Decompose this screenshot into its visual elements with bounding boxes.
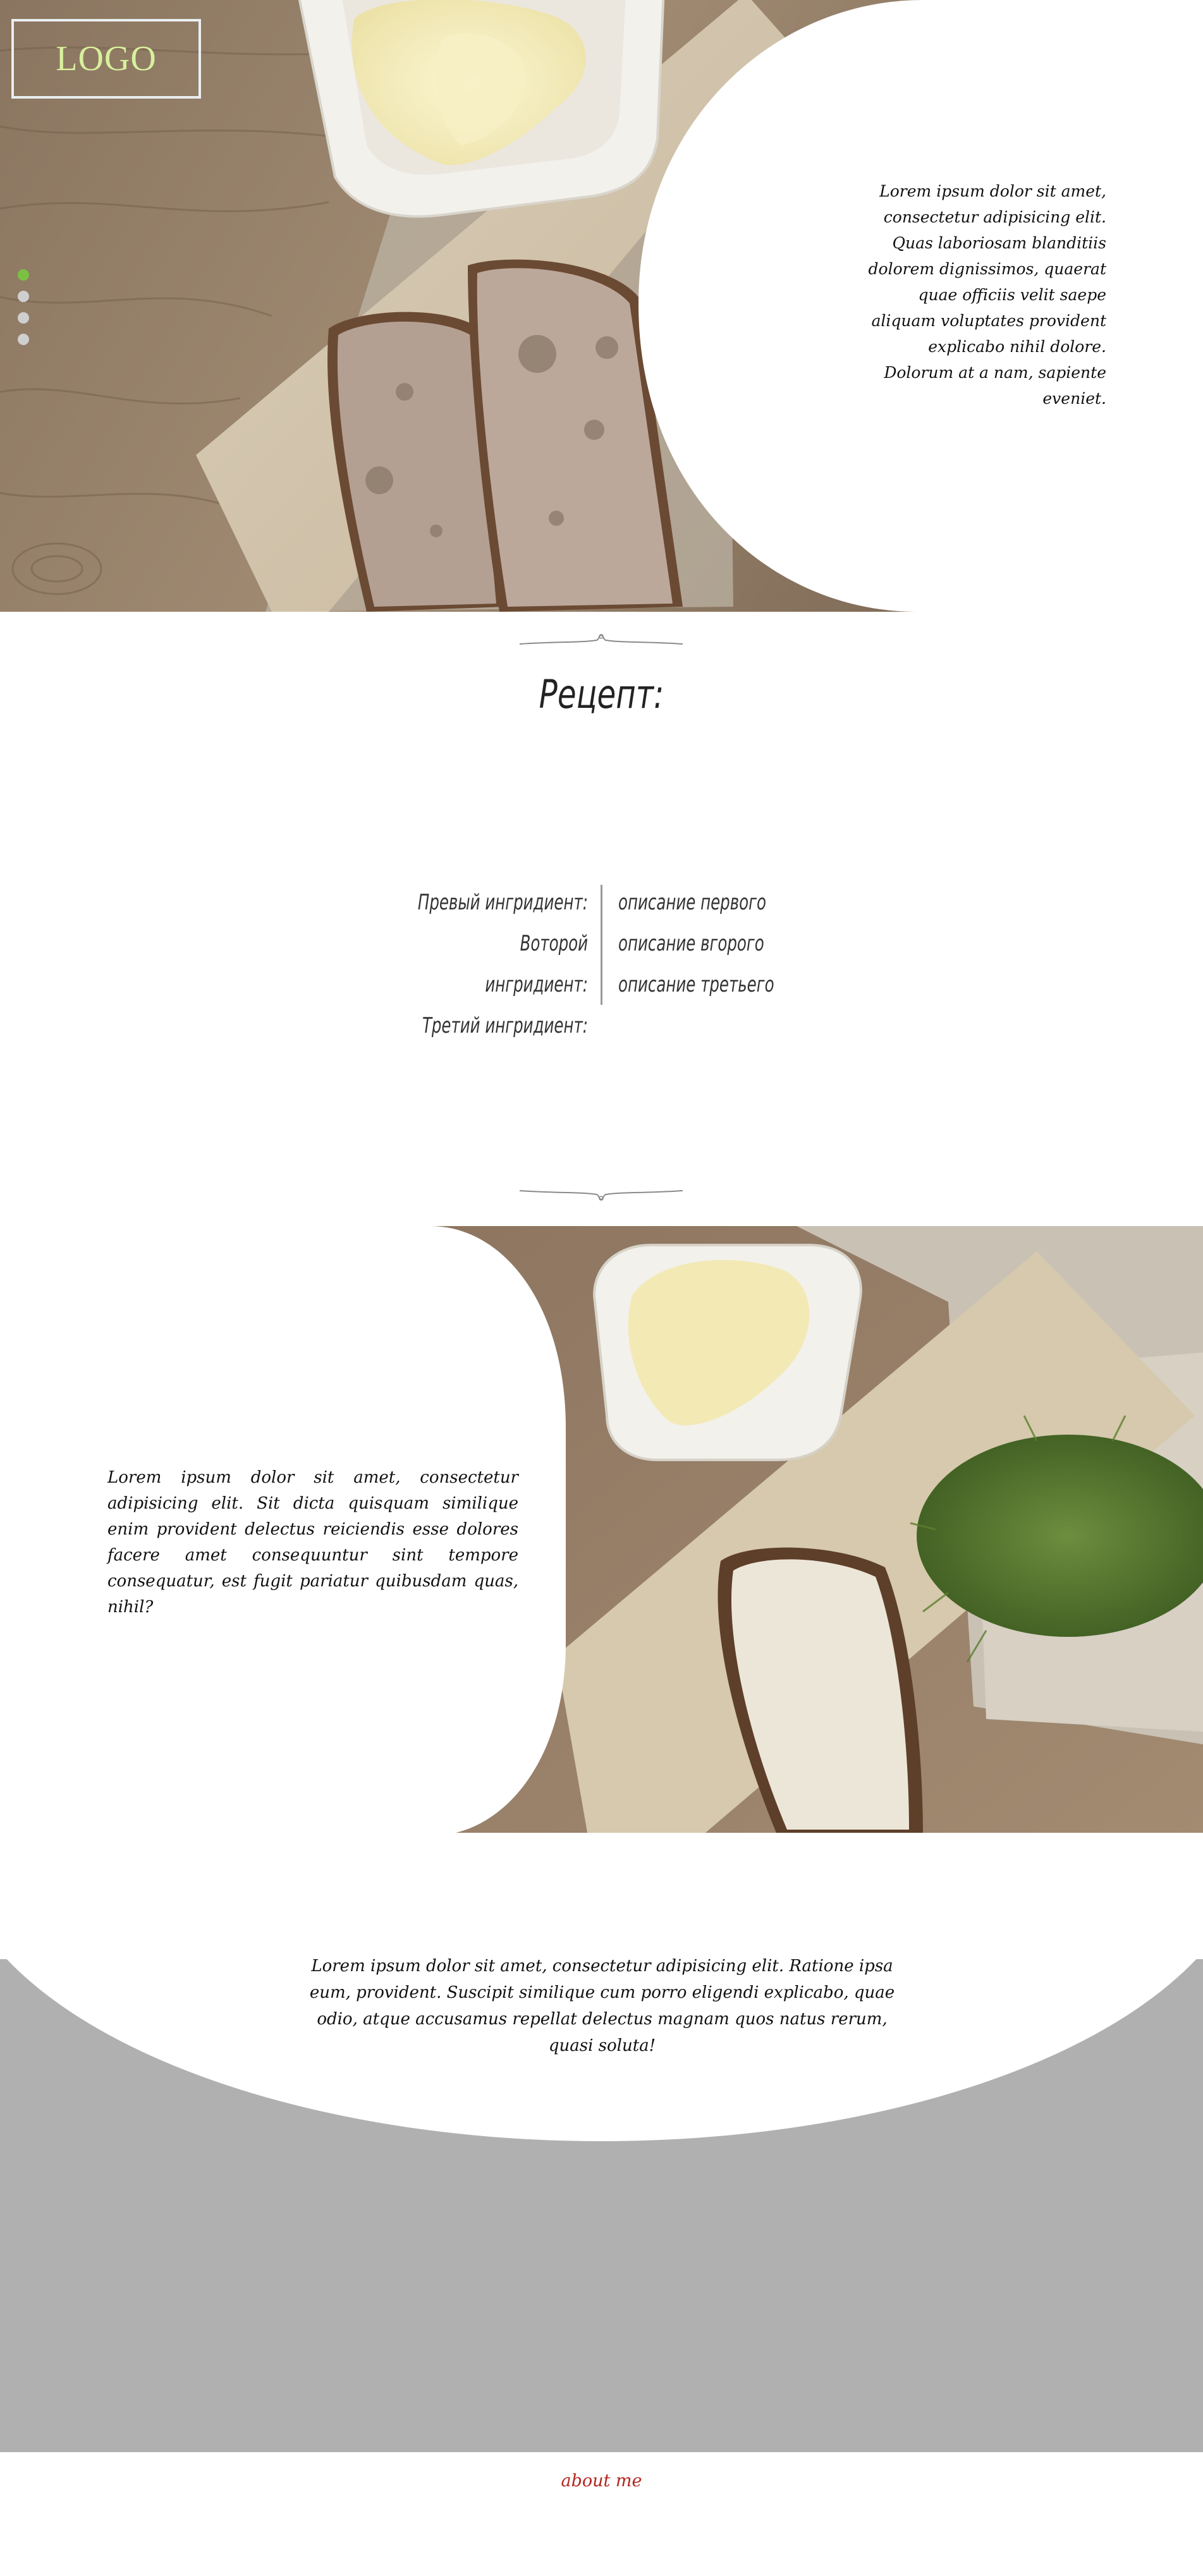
bottom-text: Lorem ipsum dolor sit amet, consectetur … (309, 1957, 895, 2055)
logo[interactable]: LOGO (11, 19, 201, 99)
descriptions-column: описание первого описание вгорого описан… (618, 882, 834, 1005)
ingredient-description: описание третьего (618, 972, 774, 997)
slider-dot-2[interactable] (18, 291, 29, 302)
ingredient-description: описание вгорого (618, 931, 764, 956)
ingredient-name: Превый ингридиент: (417, 890, 588, 915)
table-divider-line (601, 885, 602, 1005)
recipe-title: Рецепт: (539, 671, 664, 717)
about-me-link[interactable]: about me (0, 2471, 1203, 2491)
hero-section: LOGO Lorem ipsum dolor sit amet, consect… (0, 0, 1203, 612)
ingredient-name: Третий ингридиент: (422, 1013, 588, 1038)
feature-text: Lorem ipsum dolor sit amet, consectetur … (107, 1468, 518, 1617)
ornament-divider-top (519, 634, 683, 645)
ingredients-column: Превый ингридиент: Воторой ингридиент: Т… (348, 882, 588, 1047)
hero-text: Lorem ipsum dolor sit amet, consectetur … (868, 182, 1106, 408)
recipe-table: Превый ингридиент: Воторой ингридиент: Т… (348, 882, 853, 1038)
slider-dots (18, 269, 29, 345)
ingredient-name: Воторой ингридиент: (485, 931, 588, 997)
slider-dot-1[interactable] (18, 269, 29, 281)
ornament-divider-bottom (519, 1190, 683, 1201)
slider-dot-3[interactable] (18, 312, 29, 324)
feature-section: Lorem ipsum dolor sit amet, consectetur … (0, 1226, 1203, 1836)
slider-dot-4[interactable] (18, 334, 29, 345)
ingredient-description: описание первого (618, 890, 766, 915)
